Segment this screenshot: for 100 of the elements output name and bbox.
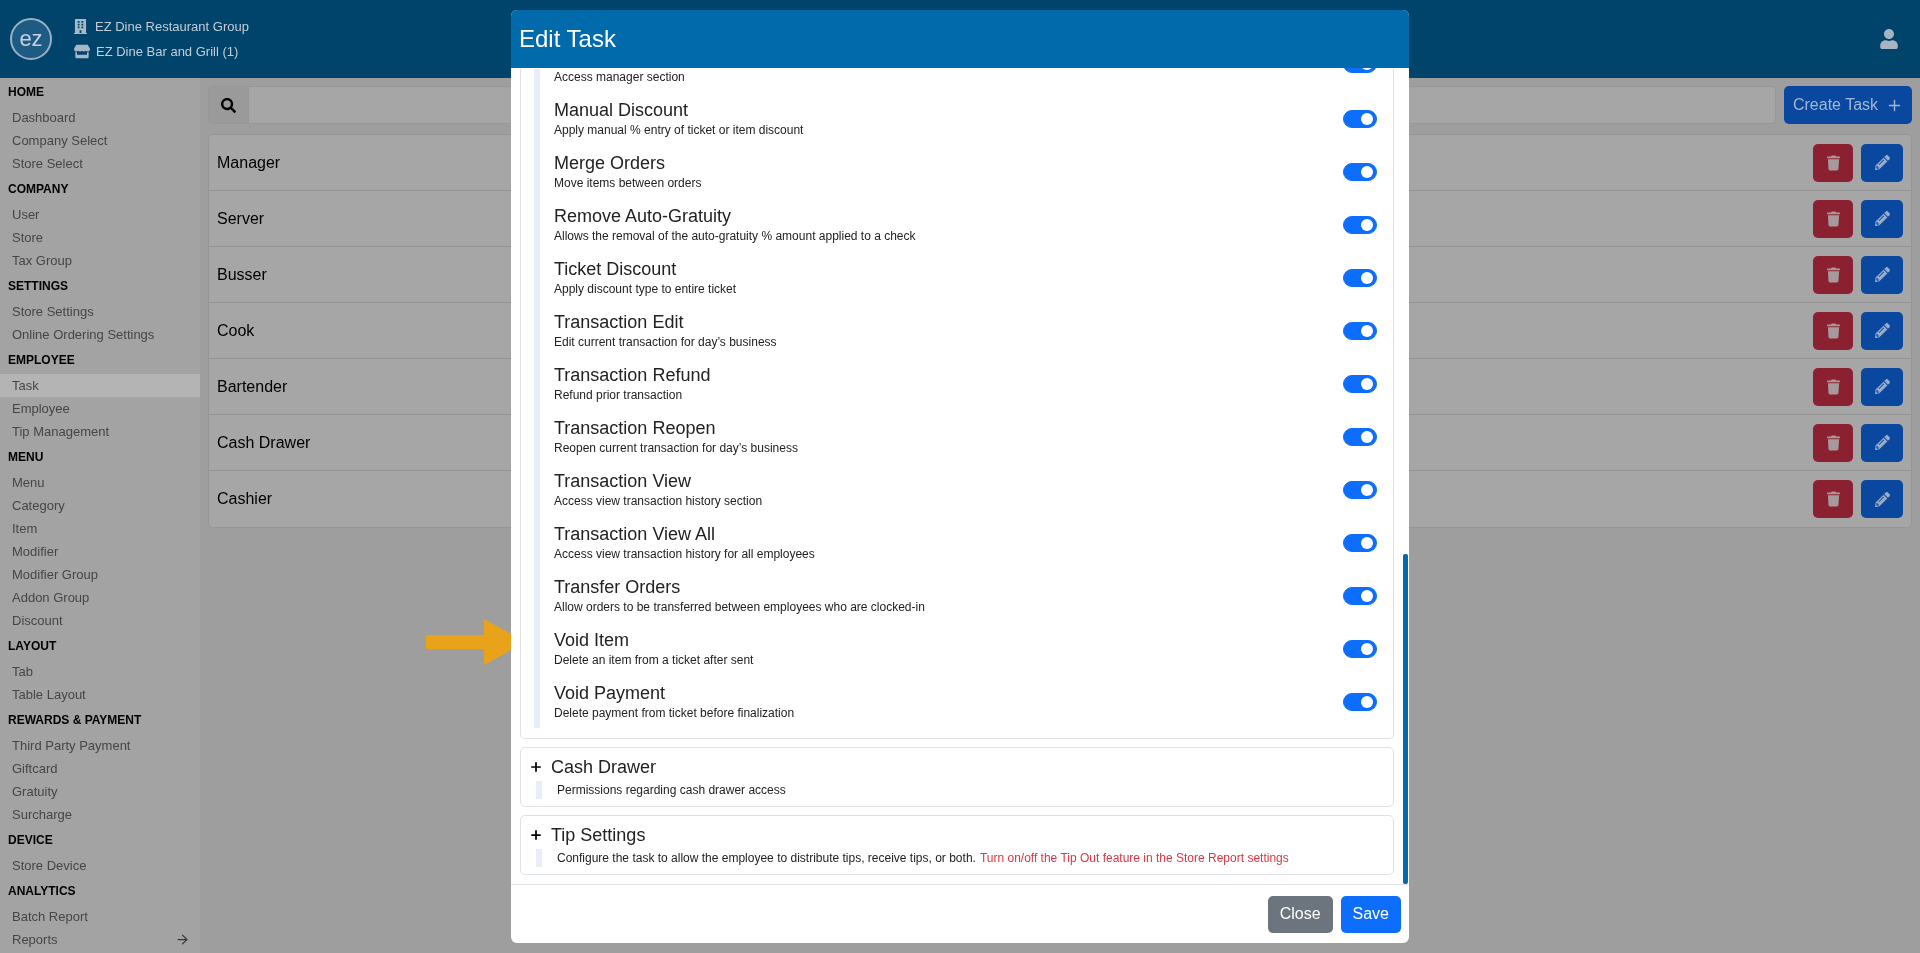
permission-description: Access manager section [554,69,686,86]
sidebar-heading: DEVICE [7,832,54,849]
edit-button[interactable] [1861,423,1903,462]
edit-button[interactable] [1861,367,1903,406]
task-name: Manager [217,152,281,173]
indent-bar [536,781,542,799]
section-description: Permissions regarding cash drawer access [557,782,786,799]
edit-button[interactable] [1861,199,1903,238]
permission-description: Refund prior transaction [554,387,684,404]
permission-title: Transaction View All [554,523,717,546]
plus-icon [529,760,543,774]
sidebar-heading: COMPANY [7,181,70,198]
pencil-icon [1874,211,1890,226]
delete-button[interactable] [1813,255,1853,294]
toggle-switch[interactable] [1343,109,1377,128]
permission-description: Apply discount type to entire ticket [554,281,738,298]
permission-description: Apply manual % entry of ticket or item discount [554,122,805,139]
delete-button[interactable] [1813,199,1853,238]
arrow-right-icon [175,932,190,947]
dialog-title: Edit Task [519,24,616,54]
toggle-switch[interactable] [1343,480,1377,499]
tip-out-note: Turn on/off the Tip Out feature in the Store Report settings [979,850,1289,867]
edit-button[interactable] [1861,480,1903,518]
scrollbar-thumb[interactable] [1403,554,1408,884]
permission-title: Transaction View [554,470,693,493]
sidebar-heading: SETTINGS [7,278,69,295]
trash-icon [1826,322,1840,339]
permission-title: Merge Orders [554,152,667,175]
delete-button[interactable] [1813,480,1853,518]
toggle-switch[interactable] [1343,215,1377,234]
permission-description: Access view transaction history for all employees [554,546,816,563]
indent-bar [536,849,542,867]
task-name: Server [217,208,265,229]
permission-title: Void Item [554,629,631,652]
permission-description: Move items between orders [554,175,703,192]
section-header[interactable]: Tip Settings [529,823,1385,847]
sidebar-heading: MENU [7,449,45,466]
permission-title: Transfer Orders [554,576,682,599]
trash-icon [1826,491,1840,507]
edit-button[interactable] [1861,143,1903,182]
edit-button[interactable] [1861,311,1903,350]
permission-description: Allows the removal of the auto-gratuity % amount applied to a check [554,228,917,245]
trash-icon [1826,378,1840,395]
permission-title: Transaction Refund [554,364,712,387]
section-description: Configure the task to allow the employee to distribute tips, receive tips, or both. [557,850,976,867]
permission-description: Access view transaction history section [554,493,764,510]
sidebar-heading: LAYOUT [7,638,58,655]
toggle-switch[interactable] [1343,639,1377,658]
permission-title: Transaction Edit [554,311,685,334]
close-button[interactable]: Close [1267,895,1333,933]
delete-button[interactable] [1813,367,1853,406]
toggle-switch[interactable] [1343,533,1377,552]
permission-description: Reopen current transaction for day’s business [554,440,799,457]
toggle-switch[interactable] [1343,374,1377,393]
store-name: EZ Dine Bar and Grill (1) [96,43,239,61]
task-name: Bartender [217,376,288,397]
building-icon [74,18,87,34]
permission-description: Delete payment from ticket before finalization [554,705,796,722]
toggle-switch[interactable] [1343,162,1377,181]
toggle-switch[interactable] [1343,692,1377,711]
permission-title: Void Payment [554,682,667,705]
toggle-switch[interactable] [1343,268,1377,287]
trash-icon [1826,266,1840,283]
user-icon[interactable] [1880,29,1898,49]
permission-description: Edit current transaction for day’s business [554,334,778,351]
sidebar-item[interactable]: Task [0,374,200,397]
task-name: Cash Drawer [217,432,311,453]
permission-title: Remove Auto-Gratuity [554,205,733,228]
permission-description: Delete an item from a ticket after sent [554,652,755,669]
pencil-icon [1874,435,1890,450]
trash-icon [1826,434,1840,451]
delete-button[interactable] [1813,143,1853,182]
permission-title: Transaction Reopen [554,417,717,440]
toggle-switch[interactable] [1343,427,1377,446]
section-header[interactable]: Cash Drawer [529,755,1385,779]
sidebar-heading: ANALYTICS [7,883,77,900]
trash-icon [1826,154,1840,171]
task-name: Cashier [217,489,273,509]
task-name: Busser [217,264,267,285]
task-name: Cook [217,320,255,341]
sidebar-heading: HOME [7,84,45,101]
company-name: EZ Dine Restaurant Group [95,17,249,36]
save-button[interactable]: Save [1340,895,1401,933]
pencil-icon [1874,379,1890,394]
create-task-button[interactable]: Create Task [1784,86,1912,124]
toggle-switch[interactable] [1343,321,1377,340]
search-icon [221,97,236,113]
permission-title: Manual Discount [554,99,690,122]
edit-button[interactable] [1861,255,1903,294]
pencil-icon [1874,155,1890,170]
pencil-icon [1874,267,1890,282]
delete-button[interactable] [1813,311,1853,350]
delete-button[interactable] [1813,423,1853,462]
toggle-switch[interactable] [1343,586,1377,605]
plus-icon [529,828,543,842]
sidebar-heading: EMPLOYEE [7,352,76,369]
store-icon [74,44,90,60]
permission-description: Allow orders to be transferred between employees who are clocked-in [554,599,926,616]
sidebar-heading: REWARDS & PAYMENT [7,712,143,729]
permission-title: Ticket Discount [554,258,678,281]
